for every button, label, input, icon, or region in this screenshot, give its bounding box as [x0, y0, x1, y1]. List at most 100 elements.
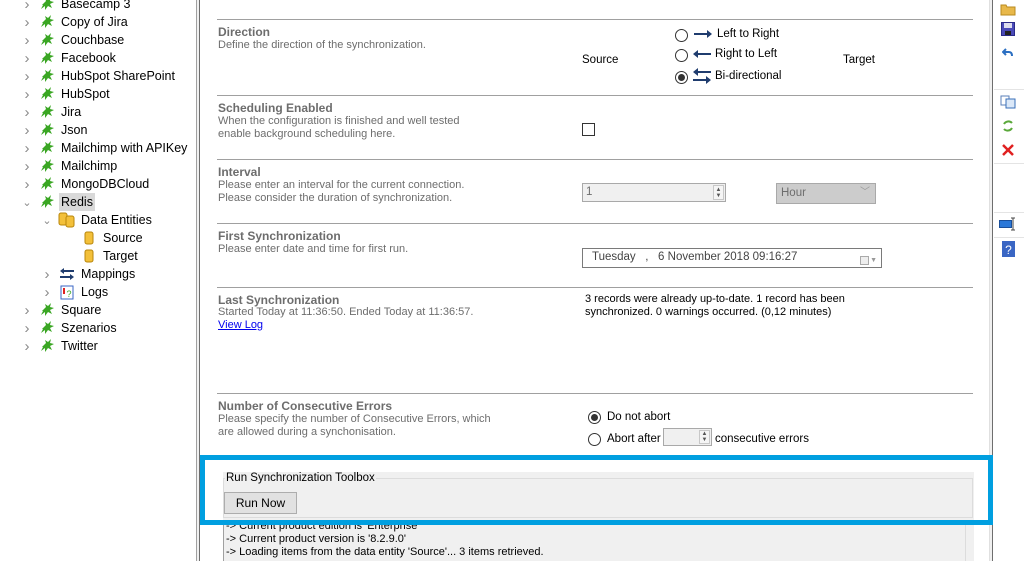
last-sync-result-1: 3 records were already up-to-date. 1 rec…	[585, 293, 845, 305]
help-icon[interactable]: ?	[999, 240, 1017, 258]
tree-item-label: Source	[103, 231, 143, 245]
chevron-right-icon[interactable]: ›	[22, 337, 32, 355]
undo-icon[interactable]	[999, 44, 1017, 62]
panel-scrollbar[interactable]	[989, 0, 993, 561]
tree-item[interactable]: › Szenarios	[22, 319, 119, 337]
database-icon	[80, 230, 98, 246]
radio-abort-after[interactable]	[588, 433, 601, 446]
toolbar-separator	[994, 212, 1024, 213]
chevron-right-icon[interactable]: ›	[22, 85, 32, 103]
tree-item[interactable]: Target	[64, 247, 140, 265]
save-icon[interactable]	[999, 20, 1017, 38]
chevron-right-icon[interactable]: ›	[22, 103, 32, 121]
connection-plug-icon	[38, 50, 56, 66]
interval-unit-select[interactable]: Hour ﹀	[776, 183, 876, 204]
chevron-right-icon[interactable]: ›	[22, 0, 32, 13]
connection-plug-icon	[38, 14, 56, 30]
radio-right-to-left[interactable]	[675, 49, 688, 62]
radio-left-to-right[interactable]	[675, 29, 688, 42]
tree-item[interactable]: › Mailchimp	[22, 157, 119, 175]
arrow-left-icon	[692, 47, 712, 64]
tree-item[interactable]: › Jira	[22, 103, 83, 121]
tree-item[interactable]: Source	[64, 229, 145, 247]
chevron-right-icon[interactable]: ›	[22, 139, 32, 157]
interval-spin-buttons[interactable]: ▲ ▼	[713, 185, 724, 200]
tree-item[interactable]: › Copy of Jira	[22, 13, 130, 31]
tree-item[interactable]: › Basecamp 3	[22, 0, 132, 13]
tree-item[interactable]: ⌄ Redis	[22, 193, 95, 211]
settings-panel: Direction Define the direction of the sy…	[201, 0, 991, 561]
direction-source-label: Source	[582, 54, 619, 66]
textbox-icon[interactable]	[999, 215, 1017, 233]
chevron-right-icon[interactable]: ›	[42, 265, 52, 283]
tree-item[interactable]: › Mailchimp with APIKey	[22, 139, 189, 157]
errors-description-2: are allowed during a synchonisation.	[218, 426, 396, 438]
tree-item[interactable]: › Mappings	[42, 265, 137, 283]
tree-item-label: Target	[103, 249, 138, 263]
tree-item[interactable]: › MongoDBCloud	[22, 175, 151, 193]
chevron-right-icon[interactable]: ›	[22, 157, 32, 175]
divider	[217, 287, 973, 288]
tree-item[interactable]: › Json	[22, 121, 89, 139]
log-line: -> Current product version is '8.2.9.0'	[226, 533, 406, 545]
refresh-icon[interactable]	[999, 117, 1017, 135]
connection-plug-icon	[38, 32, 56, 48]
tree-item[interactable]: › Square	[22, 301, 103, 319]
tree-item[interactable]: ›? Logs	[42, 283, 110, 301]
copy-icon[interactable]	[999, 93, 1017, 111]
option-label: Do not abort	[607, 411, 671, 423]
chevron-right-icon[interactable]: ›	[22, 319, 32, 337]
direction-description: Define the direction of the synchronizat…	[218, 39, 426, 51]
tree-item-label: Mappings	[81, 267, 136, 281]
tree-item[interactable]: › Couchbase	[22, 31, 126, 49]
connection-plug-icon	[38, 86, 56, 102]
chevron-down-icon[interactable]: ⌄	[42, 211, 52, 229]
tree-item[interactable]: › Twitter	[22, 337, 100, 355]
chevron-right-icon[interactable]: ›	[22, 49, 32, 67]
chevron-right-icon[interactable]: ›	[22, 13, 32, 31]
run-now-button[interactable]: Run Now	[224, 492, 297, 514]
toolbox-title: Run Synchronization Toolbox	[225, 472, 376, 484]
connection-plug-icon	[38, 194, 56, 210]
tree-item-label: Twitter	[61, 339, 98, 353]
radio-bidirectional[interactable]	[675, 71, 688, 84]
option-label: Abort after	[607, 433, 661, 445]
chevron-right-icon[interactable]: ›	[22, 31, 32, 49]
spin-down-icon[interactable]: ▼	[702, 437, 708, 443]
direction-option-label: Left to Right	[717, 28, 780, 40]
radio-do-not-abort[interactable]	[588, 411, 601, 424]
tree-item[interactable]: ⌄ Data Entities	[42, 211, 154, 229]
chevron-right-icon[interactable]: ›	[22, 67, 32, 85]
interval-value-spinbox[interactable]: 1 ▲ ▼	[582, 183, 726, 202]
scheduling-enabled-checkbox[interactable]	[582, 123, 595, 136]
abort-after-spin-buttons[interactable]: ▲ ▼	[699, 430, 710, 444]
open-folder-icon[interactable]	[999, 0, 1017, 18]
toolbar-separator	[994, 237, 1024, 238]
chevron-right-icon[interactable]: ›	[22, 301, 32, 319]
tree-item-label: Redis	[59, 193, 95, 211]
log-icon: ?	[58, 284, 76, 300]
chevron-right-icon[interactable]: ›	[22, 175, 32, 193]
tree-item[interactable]: › Facebook	[22, 49, 118, 67]
chevron-right-icon[interactable]: ›	[22, 121, 32, 139]
spin-down-icon[interactable]: ▼	[716, 193, 722, 199]
abort-after-spinbox[interactable]: ▲ ▼	[663, 428, 712, 446]
first-sync-datetime-value: Tuesday , 6 November 2018 09:16:27	[592, 251, 798, 263]
tree-item-label: Logs	[81, 285, 109, 299]
view-log-link[interactable]: View Log	[218, 319, 263, 332]
tree-item[interactable]: › HubSpot SharePoint	[22, 67, 177, 85]
log-scrollbar[interactable]	[965, 520, 973, 561]
connection-plug-icon	[38, 338, 56, 354]
svg-text:?: ?	[66, 289, 71, 299]
first-sync-description: Please enter date and time for first run…	[218, 243, 409, 255]
chevron-down-icon[interactable]: ⌄	[22, 193, 32, 211]
database-icon	[80, 248, 98, 264]
divider	[217, 95, 973, 96]
delete-icon[interactable]	[999, 141, 1017, 159]
tree-item[interactable]: › HubSpot	[22, 85, 112, 103]
chevron-down-icon: ﹀	[860, 187, 870, 198]
first-sync-datetime-picker[interactable]: Tuesday , 6 November 2018 09:16:27 ▼	[582, 248, 882, 268]
calendar-dropdown-icon[interactable]: ▼	[860, 252, 877, 269]
splitter[interactable]	[196, 0, 200, 561]
chevron-right-icon[interactable]: ›	[42, 283, 52, 301]
